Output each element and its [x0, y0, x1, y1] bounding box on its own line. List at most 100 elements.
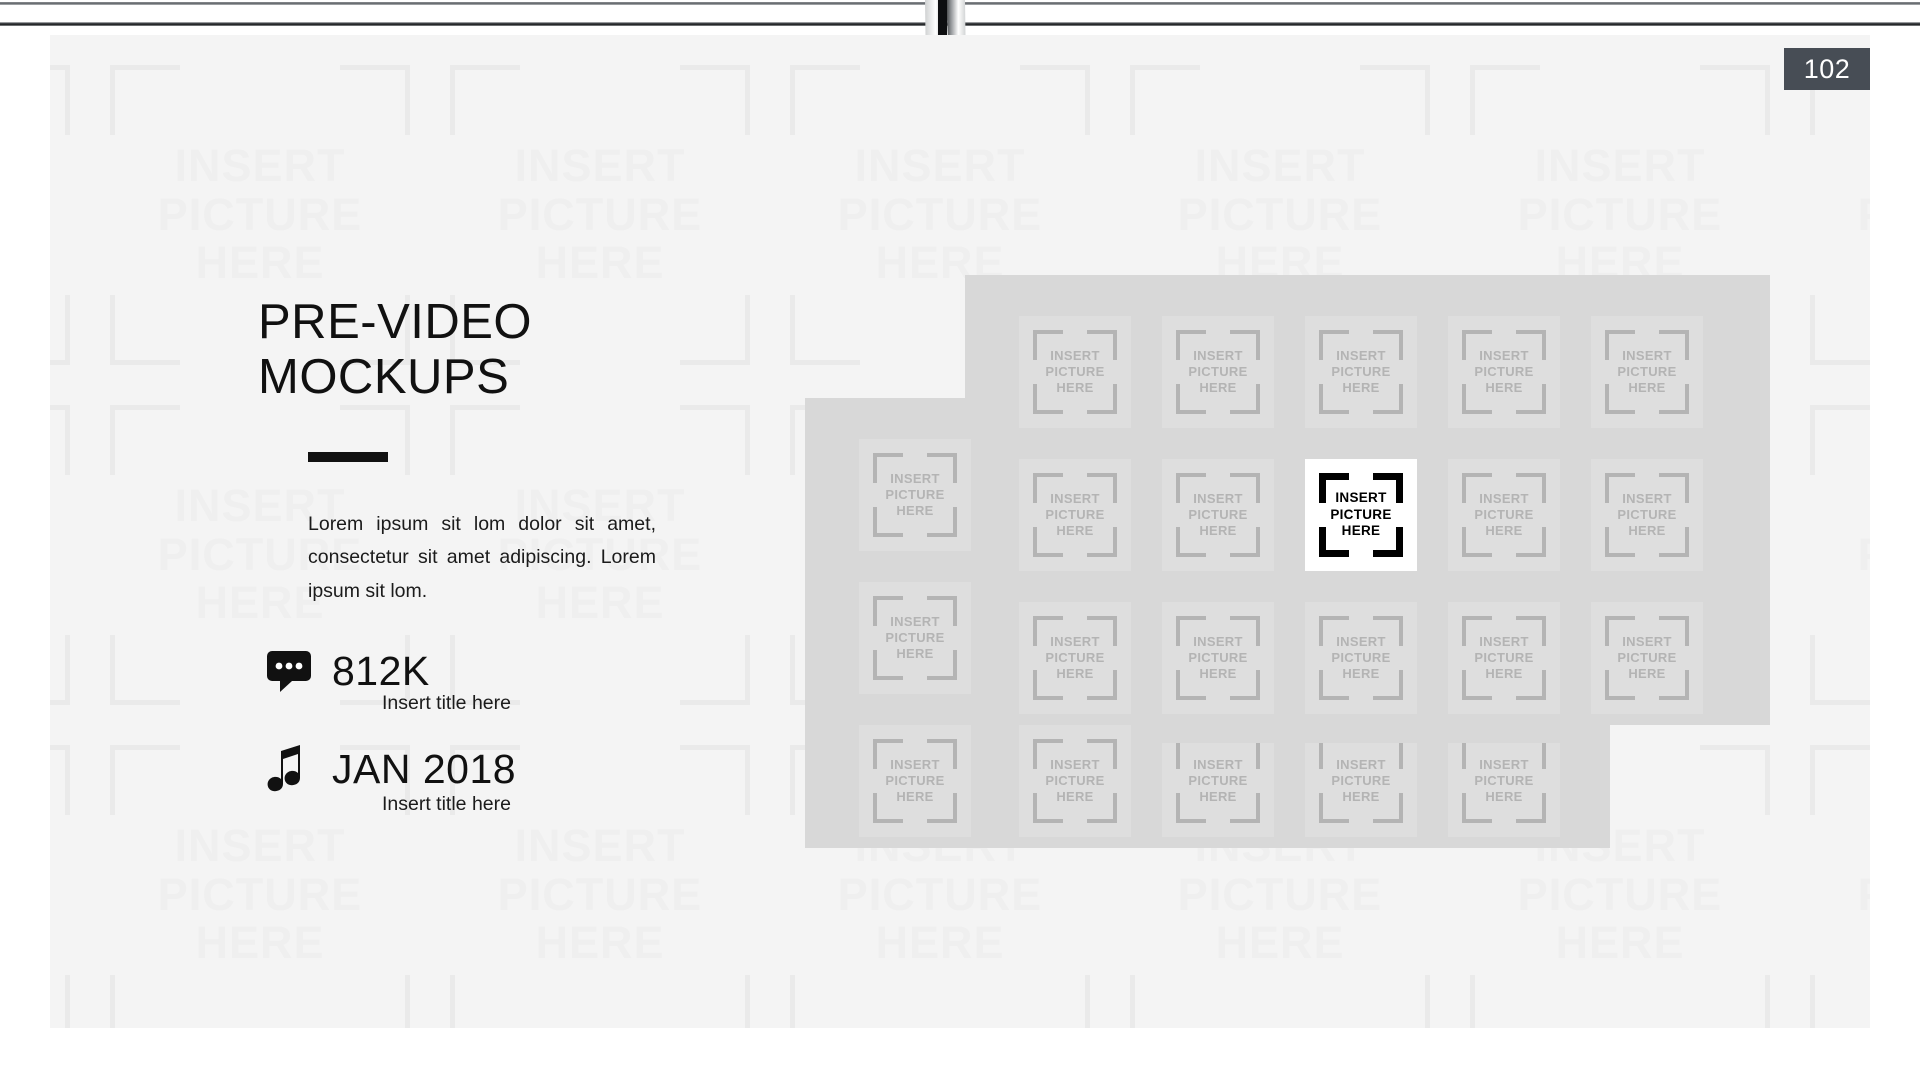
- watermark-line-2: PICTURE: [1517, 868, 1723, 920]
- placeholder-line-3: HERE: [1485, 522, 1523, 538]
- watermark-line-3: HERE: [195, 917, 325, 969]
- placeholder-line-2: PICTURE: [885, 773, 945, 789]
- placeholder-line-1: INSERT: [890, 614, 940, 630]
- placeholder-line-1: INSERT: [1336, 348, 1386, 364]
- title-divider: [308, 451, 388, 462]
- placeholder-line-2: PICTURE: [1474, 773, 1534, 789]
- placeholder-label: INSERT PICTURE HERE: [1305, 459, 1417, 571]
- watermark-line-2: PICTURE: [497, 868, 703, 920]
- thumbnail-cell-r2-c2[interactable]: INSERT PICTURE HERE: [1162, 459, 1274, 571]
- watermark-line-3: HERE: [195, 237, 325, 289]
- placeholder-label: INSERT PICTURE HERE: [859, 725, 971, 837]
- watermark-line-1: INSERT: [514, 820, 686, 872]
- watermark-tile: INSERTPICTUREHERE: [1810, 65, 1870, 365]
- placeholder-line-2: PICTURE: [1188, 364, 1248, 380]
- stat-value-2: JAN 2018: [332, 745, 517, 792]
- placeholder-line-3: HERE: [1056, 788, 1094, 804]
- thumbnail-cell-bottom-1[interactable]: INSERT PICTURE HERE: [1019, 725, 1131, 837]
- placeholder-line-3: HERE: [1199, 522, 1237, 538]
- stat-item-1: 812K: [266, 650, 718, 693]
- placeholder-line-2: PICTURE: [1045, 507, 1105, 523]
- placeholder-line-2: PICTURE: [1331, 650, 1391, 666]
- placeholder-label: INSERT PICTURE HERE: [1019, 602, 1131, 714]
- watermark-label: INSERTPICTUREHERE: [50, 405, 70, 705]
- placeholder-line-1: INSERT: [1479, 634, 1529, 650]
- placeholder-line-3: HERE: [1485, 788, 1523, 804]
- placeholder-line-3: HERE: [1485, 665, 1523, 681]
- watermark-label: INSERTPICTUREHERE: [1810, 745, 1870, 1028]
- placeholder-line-3: HERE: [1342, 379, 1380, 395]
- thumbnail-cell-r3-c3[interactable]: INSERT PICTURE HERE: [1305, 602, 1417, 714]
- thumbnail-cell-r1-c4[interactable]: INSERT PICTURE HERE: [1448, 316, 1560, 428]
- watermark-line-3: HERE: [1215, 917, 1345, 969]
- placeholder-line-1: INSERT: [1050, 348, 1100, 364]
- placeholder-label: INSERT PICTURE HERE: [1305, 602, 1417, 714]
- watermark-line-2: PICTURE: [1517, 188, 1723, 240]
- placeholder-label: INSERT PICTURE HERE: [1019, 316, 1131, 428]
- placeholder-line-3: HERE: [1342, 788, 1380, 804]
- tv-bezel-line-lower: [0, 22, 1920, 26]
- placeholder-label: INSERT PICTURE HERE: [1591, 459, 1703, 571]
- placeholder-line-3: HERE: [896, 502, 934, 518]
- placeholder-label: INSERT PICTURE HERE: [1448, 459, 1560, 571]
- thumbnail-cell-r1-c1[interactable]: INSERT PICTURE HERE: [1019, 316, 1131, 428]
- thumbnail-cell-r3-c5[interactable]: INSERT PICTURE HERE: [1591, 602, 1703, 714]
- placeholder-line-2: PICTURE: [1617, 650, 1677, 666]
- title-line-1: PRE-VIDEO: [258, 295, 533, 349]
- thumbnail-cell-r2-c3[interactable]: INSERT PICTURE HERE: [1305, 459, 1417, 571]
- placeholder-label: INSERT PICTURE HERE: [1305, 316, 1417, 428]
- placeholder-line-1: INSERT: [1622, 491, 1672, 507]
- placeholder-label: INSERT PICTURE HERE: [1162, 459, 1274, 571]
- thumbnail-cell-r2-c1[interactable]: INSERT PICTURE HERE: [1019, 459, 1131, 571]
- watermark-line-1: INSERT: [1534, 140, 1706, 192]
- placeholder-line-2: PICTURE: [1474, 364, 1534, 380]
- placeholder-line-1: INSERT: [1193, 348, 1243, 364]
- placeholder-line-1: INSERT: [1193, 491, 1243, 507]
- placeholder-line-1: INSERT: [890, 471, 940, 487]
- placeholder-label: INSERT PICTURE HERE: [1591, 602, 1703, 714]
- placeholder-line-3: HERE: [896, 645, 934, 661]
- thumbnail-cell-ext-3[interactable]: INSERT PICTURE HERE: [859, 725, 971, 837]
- music-note-icon: [266, 745, 332, 793]
- thumbnail-cell-r1-c5[interactable]: INSERT PICTURE HERE: [1591, 316, 1703, 428]
- placeholder-line-3: HERE: [1342, 665, 1380, 681]
- placeholder-label: INSERT PICTURE HERE: [1162, 316, 1274, 428]
- thumbnail-cell-r1-c3[interactable]: INSERT PICTURE HERE: [1305, 316, 1417, 428]
- placeholder-line-2: PICTURE: [885, 487, 945, 503]
- thumbnail-cell-r2-c5[interactable]: INSERT PICTURE HERE: [1591, 459, 1703, 571]
- watermark-tile: INSERTPICTUREHERE: [1810, 405, 1870, 705]
- placeholder-line-2: PICTURE: [1188, 650, 1248, 666]
- watermark-line-2: PICTURE: [157, 188, 363, 240]
- thumbnail-cell-r3-c2[interactable]: INSERT PICTURE HERE: [1162, 602, 1274, 714]
- watermark-label: INSERTPICTUREHERE: [1810, 65, 1870, 365]
- thumbnail-cell-r2-c4[interactable]: INSERT PICTURE HERE: [1448, 459, 1560, 571]
- watermark-line-2: PICTURE: [1177, 868, 1383, 920]
- placeholder-line-2: PICTURE: [1188, 507, 1248, 523]
- placeholder-line-2: PICTURE: [1617, 364, 1677, 380]
- watermark-tile: INSERTPICTUREHERE: [50, 405, 70, 705]
- thumbnail-cell-ext-1[interactable]: INSERT PICTURE HERE: [859, 439, 971, 551]
- placeholder-line-2: PICTURE: [1331, 364, 1391, 380]
- thumbnail-cell-r3-c4[interactable]: INSERT PICTURE HERE: [1448, 602, 1560, 714]
- watermark-line-2: PICTURE: [1858, 870, 1870, 920]
- placeholder-line-2: PICTURE: [1474, 507, 1534, 523]
- placeholder-line-3: HERE: [1199, 665, 1237, 681]
- placeholder-line-3: HERE: [1628, 522, 1666, 538]
- placeholder-line-3: HERE: [1056, 379, 1094, 395]
- placeholder-line-3: HERE: [1199, 788, 1237, 804]
- placeholder-line-2: PICTURE: [1045, 650, 1105, 666]
- placeholder-line-1: INSERT: [1336, 634, 1386, 650]
- watermark-line-3: HERE: [535, 917, 665, 969]
- placeholder-line-3: HERE: [1056, 665, 1094, 681]
- watermark-label: INSERTPICTUREHERE: [50, 65, 70, 365]
- placeholder-line-2: PICTURE: [1045, 364, 1105, 380]
- thumbnail-cell-ext-2[interactable]: INSERT PICTURE HERE: [859, 582, 971, 694]
- watermark-tile: INSERTPICTUREHERE: [50, 65, 70, 365]
- watermark-tile: INSERTPICTUREHERE: [1810, 745, 1870, 1028]
- placeholder-line-1: INSERT: [1622, 634, 1672, 650]
- placeholder-line-1: INSERT: [1479, 348, 1529, 364]
- watermark-line-3: HERE: [535, 237, 665, 289]
- watermark-line-2: PICTURE: [837, 188, 1043, 240]
- thumbnail-cell-r3-c1[interactable]: INSERT PICTURE HERE: [1019, 602, 1131, 714]
- thumbnail-cell-r1-c2[interactable]: INSERT PICTURE HERE: [1162, 316, 1274, 428]
